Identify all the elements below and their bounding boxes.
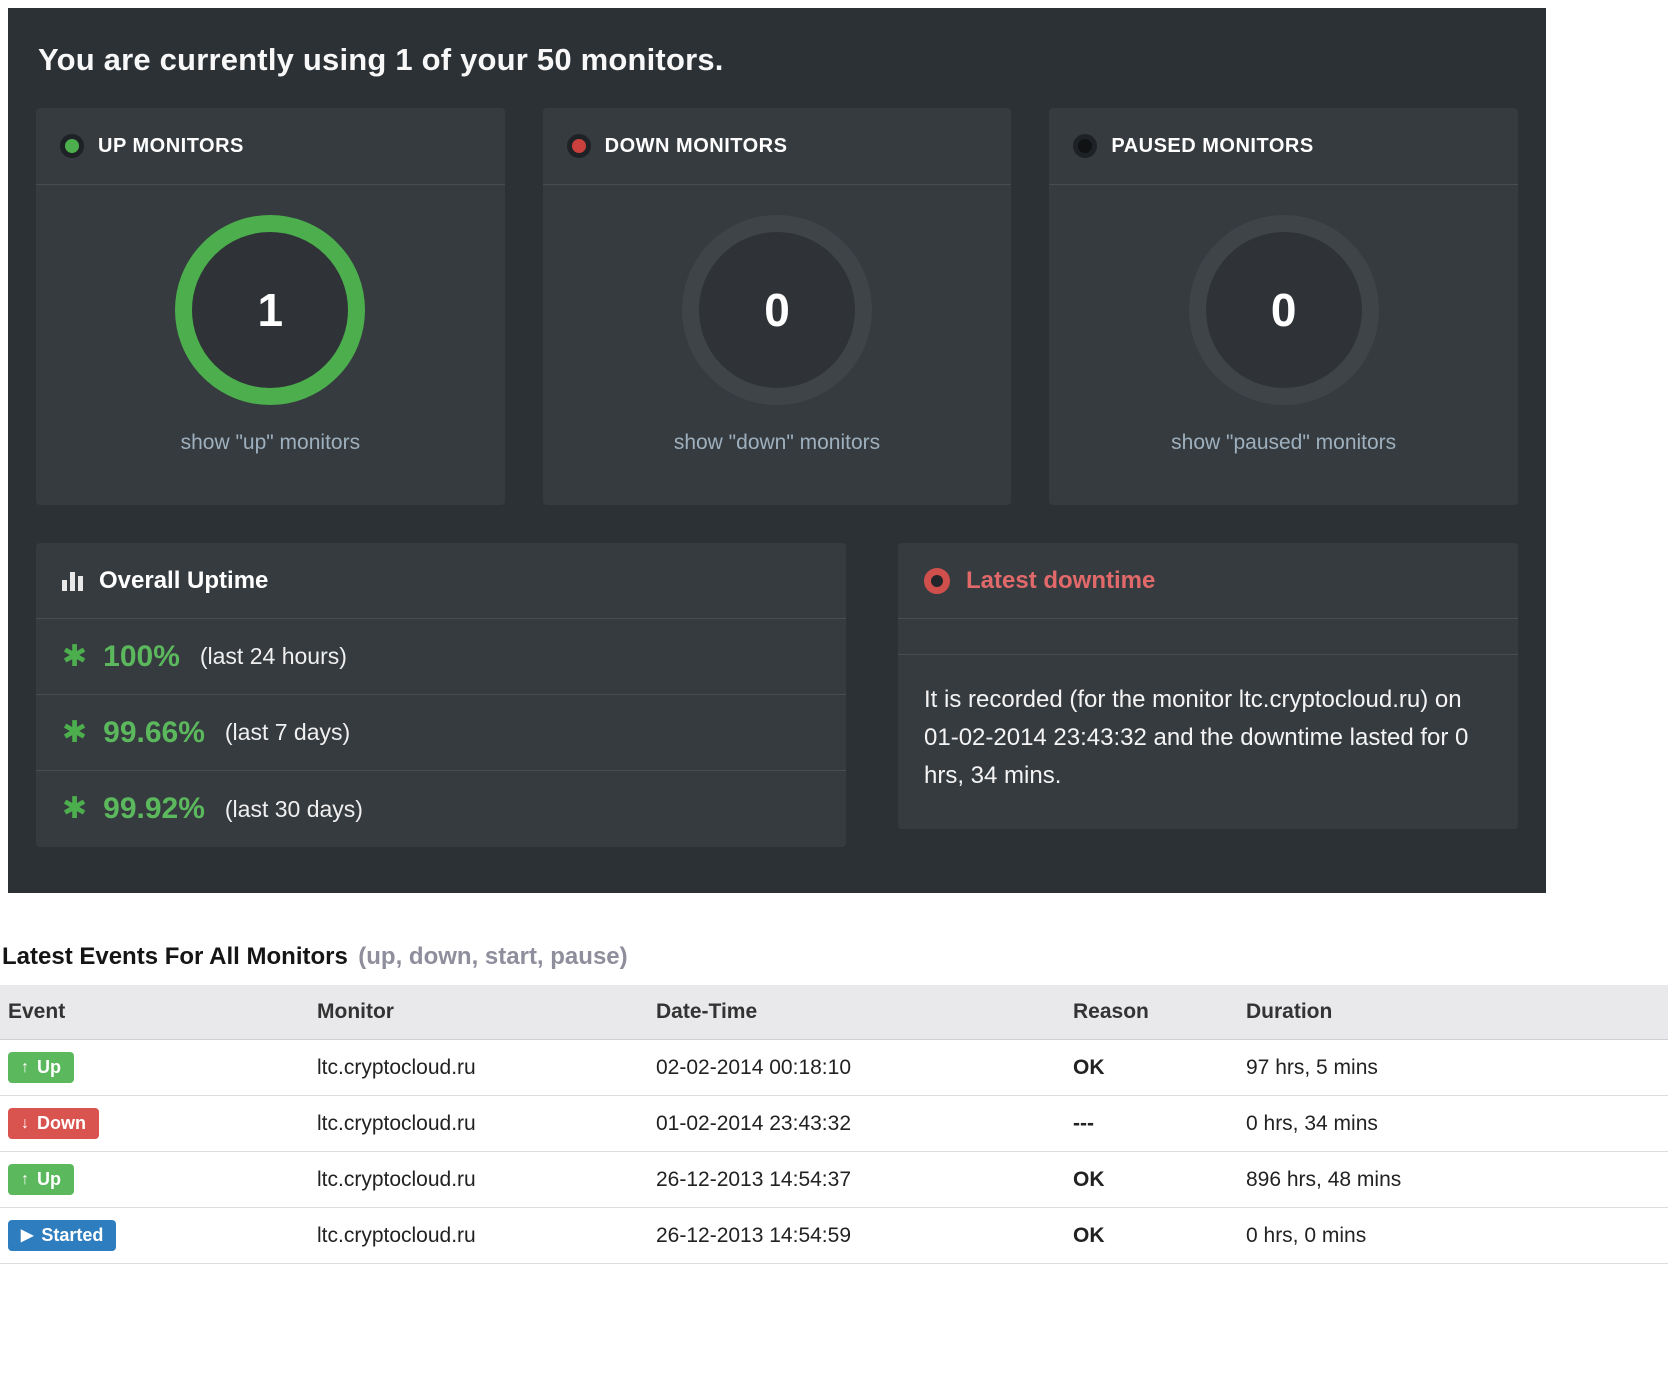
latest-downtime-text: It is recorded (for the monitor ltc.cryp… <box>898 655 1518 829</box>
table-row: ↑ Up ltc.cryptocloud.ru 02-02-2014 00:18… <box>0 1040 1668 1096</box>
dashboard-panel: You are currently using 1 of your 50 mon… <box>8 8 1546 893</box>
events-table-header-row: Event Monitor Date-Time Reason Duration <box>0 985 1668 1040</box>
paused-monitors-label: PAUSED MONITORS <box>1111 135 1313 158</box>
monitor-cards-row: UP MONITORS 1 show "up" monitors DOWN MO… <box>36 108 1518 505</box>
monitor-name: ltc.cryptocloud.ru <box>309 1040 648 1096</box>
down-event-badge: ↓ Down <box>8 1108 99 1139</box>
starburst-icon: ✱ <box>62 794 87 824</box>
started-event-badge: ▶ Started <box>8 1220 116 1251</box>
show-up-monitors-link[interactable]: show "up" monitors <box>181 431 360 455</box>
up-monitors-card-body: 1 show "up" monitors <box>36 185 505 455</box>
paused-monitors-card-body: 0 show "paused" monitors <box>1049 185 1518 455</box>
latest-downtime-title: Latest downtime <box>966 567 1155 595</box>
up-event-badge: ↑ Up <box>8 1052 74 1083</box>
event-badge-label: Up <box>37 1169 61 1190</box>
paused-status-dot-icon <box>1073 134 1097 158</box>
latest-downtime-header: Latest downtime <box>898 543 1518 619</box>
uptime-period-30d: (last 30 days) <box>225 796 363 823</box>
latest-downtime-panel: Latest downtime It is recorded (for the … <box>898 543 1518 829</box>
monitor-name: ltc.cryptocloud.ru <box>309 1096 648 1152</box>
events-title-row: Latest Events For All Monitors (up, down… <box>0 943 1668 971</box>
starburst-icon: ✱ <box>62 642 87 672</box>
up-event-badge: ↑ Up <box>8 1164 74 1195</box>
down-arrow-icon: ↓ <box>21 1116 29 1132</box>
uptime-period-24h: (last 24 hours) <box>200 643 347 670</box>
up-monitors-card: UP MONITORS 1 show "up" monitors <box>36 108 505 505</box>
column-header-event: Event <box>0 985 309 1040</box>
table-row: ↑ Up ltc.cryptocloud.ru 26-12-2013 14:54… <box>0 1152 1668 1208</box>
up-monitors-label: UP MONITORS <box>98 135 244 158</box>
monitor-name: ltc.cryptocloud.ru <box>309 1152 648 1208</box>
paused-count: 0 <box>1271 283 1297 337</box>
up-arrow-icon: ↑ <box>21 1172 29 1188</box>
event-duration: 97 hrs, 5 mins <box>1238 1040 1668 1096</box>
uptime-row-30d: ✱ 99.92% (last 30 days) <box>36 771 846 847</box>
event-duration: 0 hrs, 0 mins <box>1238 1208 1668 1264</box>
event-reason: OK <box>1065 1208 1238 1264</box>
paused-monitors-card-header: PAUSED MONITORS <box>1049 108 1518 185</box>
show-down-monitors-link[interactable]: show "down" monitors <box>674 431 880 455</box>
event-duration: 0 hrs, 34 mins <box>1238 1096 1668 1152</box>
column-header-duration: Duration <box>1238 985 1668 1040</box>
latest-events-section: Latest Events For All Monitors (up, down… <box>0 893 1668 1264</box>
show-paused-monitors-link[interactable]: show "paused" monitors <box>1171 431 1396 455</box>
paused-count-ring: 0 <box>1189 215 1379 405</box>
uptime-period-7d: (last 7 days) <box>225 719 350 746</box>
event-reason: OK <box>1065 1040 1238 1096</box>
overall-uptime-title: Overall Uptime <box>99 567 268 595</box>
uptime-row-24h: ✱ 100% (last 24 hours) <box>36 619 846 695</box>
summary-panels-row: Overall Uptime ✱ 100% (last 24 hours) ✱ … <box>36 543 1518 847</box>
event-datetime: 26-12-2013 14:54:37 <box>648 1152 1065 1208</box>
bar-chart-icon <box>62 571 83 591</box>
down-monitors-card-body: 0 show "down" monitors <box>543 185 1012 455</box>
events-subtitle: (up, down, start, pause) <box>358 943 627 970</box>
event-badge-label: Started <box>41 1225 103 1246</box>
page-title: You are currently using 1 of your 50 mon… <box>38 42 1518 78</box>
uptime-value-7d: 99.66% <box>103 716 205 750</box>
up-count: 1 <box>258 283 284 337</box>
event-datetime: 01-02-2014 23:43:32 <box>648 1096 1065 1152</box>
table-row: ▶ Started ltc.cryptocloud.ru 26-12-2013 … <box>0 1208 1668 1264</box>
down-count-ring: 0 <box>682 215 872 405</box>
event-datetime: 26-12-2013 14:54:59 <box>648 1208 1065 1264</box>
event-badge-label: Up <box>37 1057 61 1078</box>
column-header-datetime: Date-Time <box>648 985 1065 1040</box>
events-title: Latest Events For All Monitors <box>2 943 348 970</box>
down-monitors-card: DOWN MONITORS 0 show "down" monitors <box>543 108 1012 505</box>
event-datetime: 02-02-2014 00:18:10 <box>648 1040 1065 1096</box>
events-table: Event Monitor Date-Time Reason Duration … <box>0 985 1668 1264</box>
event-badge-label: Down <box>37 1113 86 1134</box>
event-reason: OK <box>1065 1152 1238 1208</box>
latest-downtime-subheader <box>898 619 1518 655</box>
downtime-donut-icon <box>924 568 950 594</box>
play-icon: ▶ <box>21 1228 33 1244</box>
monitor-name: ltc.cryptocloud.ru <box>309 1208 648 1264</box>
column-header-monitor: Monitor <box>309 985 648 1040</box>
event-duration: 896 hrs, 48 mins <box>1238 1152 1668 1208</box>
up-monitors-card-header: UP MONITORS <box>36 108 505 185</box>
column-header-reason: Reason <box>1065 985 1238 1040</box>
overall-uptime-panel: Overall Uptime ✱ 100% (last 24 hours) ✱ … <box>36 543 846 847</box>
down-monitors-card-header: DOWN MONITORS <box>543 108 1012 185</box>
down-monitors-label: DOWN MONITORS <box>605 135 788 158</box>
uptime-value-24h: 100% <box>103 640 180 674</box>
up-count-ring: 1 <box>175 215 365 405</box>
up-status-dot-icon <box>60 134 84 158</box>
up-arrow-icon: ↑ <box>21 1060 29 1076</box>
uptime-row-7d: ✱ 99.66% (last 7 days) <box>36 695 846 771</box>
event-reason: --- <box>1065 1096 1238 1152</box>
uptime-value-30d: 99.92% <box>103 792 205 826</box>
starburst-icon: ✱ <box>62 718 87 748</box>
table-row: ↓ Down ltc.cryptocloud.ru 01-02-2014 23:… <box>0 1096 1668 1152</box>
down-count: 0 <box>764 283 790 337</box>
paused-monitors-card: PAUSED MONITORS 0 show "paused" monitors <box>1049 108 1518 505</box>
down-status-dot-icon <box>567 134 591 158</box>
overall-uptime-header: Overall Uptime <box>36 543 846 619</box>
